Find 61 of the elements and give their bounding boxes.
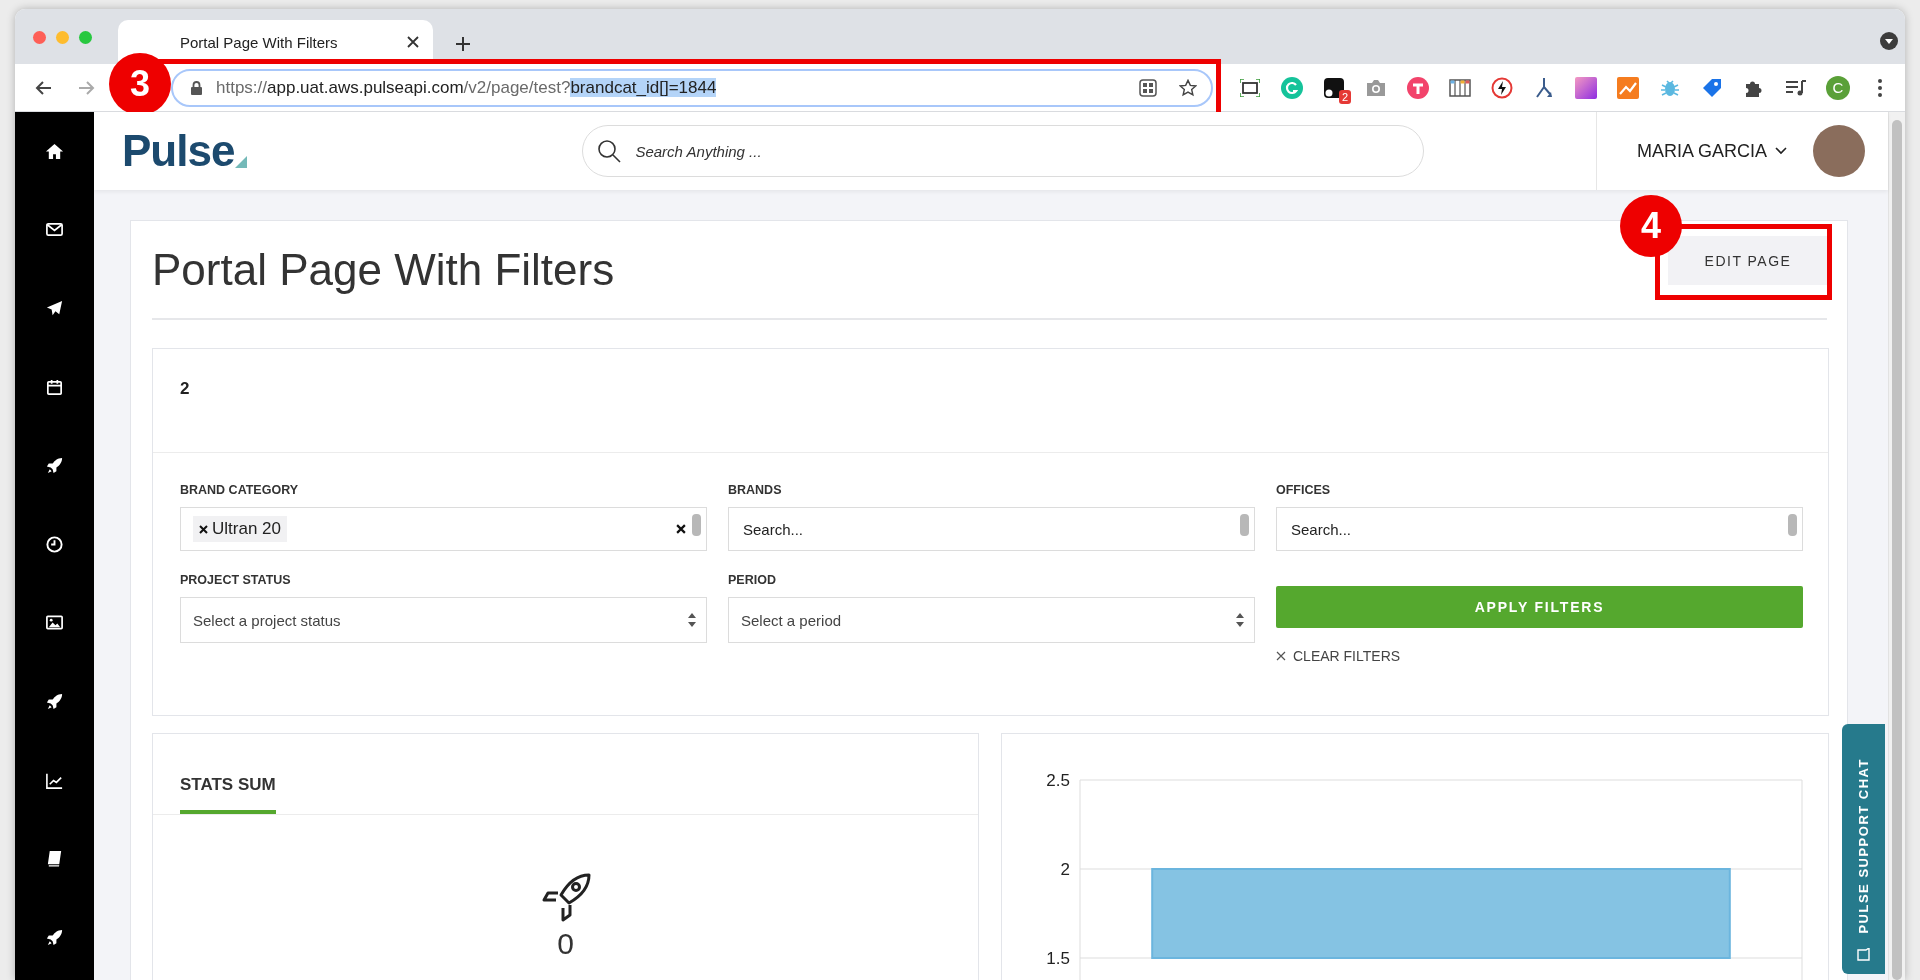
clear-icon[interactable] [676,524,686,534]
home-icon [45,141,64,161]
field-label: PROJECT STATUS [180,573,292,589]
stats-tab[interactable]: STATS SUM [180,734,276,814]
axis-label: 2 [1060,860,1070,879]
scrollbar-thumb[interactable] [1788,514,1797,536]
close-icon [1276,651,1286,661]
search-field[interactable]: Search... [1276,507,1803,551]
search-input[interactable]: Search Anything ... [633,141,1424,161]
extension-button[interactable]: 2 [1313,69,1355,106]
address-bar[interactable]: https://app.uat.aws.pulseapi.com/v2/page/test?brandcat_id[]=1844 [171,68,1213,107]
search-input[interactable]: Search... [741,519,1254,539]
lock-icon [191,80,202,95]
sort-arrows-icon [1236,613,1244,627]
close-window-button[interactable] [33,31,46,44]
search-input[interactable]: Search... [1289,519,1802,539]
search-field[interactable]: Search... [728,507,1255,551]
close-icon[interactable] [407,36,419,48]
clear-filters-link[interactable]: CLEAR FILTERS [1276,648,1401,664]
back-icon[interactable] [35,78,53,97]
search-icon [597,139,622,163]
star-icon[interactable] [1179,78,1197,97]
select-field[interactable]: Select a period [728,597,1255,643]
scrollbar-thumb[interactable] [692,514,701,536]
scrollbar-thumb[interactable] [1240,514,1249,536]
rocket-icon [45,927,64,947]
edit-page-button[interactable]: EDIT PAGE [1668,236,1828,285]
multi-select-field[interactable]: Ultran 20 [180,507,707,551]
new-tab-icon[interactable] [455,36,471,52]
book-icon [45,849,64,869]
axis-label: 1.5 [1046,949,1070,968]
browser-tab[interactable]: Portal Page With Filters [118,20,433,64]
sort-arrows-icon [688,613,696,627]
scrollbar-thumb[interactable] [1892,120,1902,980]
field-label: BRAND CATEGORY [180,483,300,499]
stat-value: 0 [557,929,574,959]
image-icon [45,613,64,633]
field-label: BRANDS [728,483,783,499]
logo: Pulse [122,126,235,176]
support-chat-tab[interactable]: PULSE SUPPORT CHAT [1842,724,1885,974]
axis-label: 2.5 [1046,771,1070,790]
rocket-icon [45,456,64,476]
clock-icon [45,534,64,554]
remove-icon[interactable] [199,524,208,534]
tab-menu-icon[interactable] [1879,31,1899,51]
calendar-icon [45,377,64,397]
chat-icon [1856,948,1871,962]
paper-plane-icon [45,299,64,318]
selected-tag[interactable]: Ultran 20 [193,516,287,542]
user-menu[interactable]: MARIA GARCIA [1636,140,1787,162]
chevron-icon [1775,147,1787,155]
widget-value: 2 [153,349,1828,453]
avatar[interactable] [1813,125,1865,177]
logo-mark-icon [235,156,248,168]
page-title: Portal Page With Filters [152,244,615,295]
field-label: OFFICES [1276,483,1332,499]
select-field[interactable]: Select a project status [180,597,707,643]
rocket-icon [45,691,64,711]
qr-code-icon[interactable] [1139,78,1157,97]
forward-icon [77,78,95,97]
field-label: PERIOD [728,573,777,589]
